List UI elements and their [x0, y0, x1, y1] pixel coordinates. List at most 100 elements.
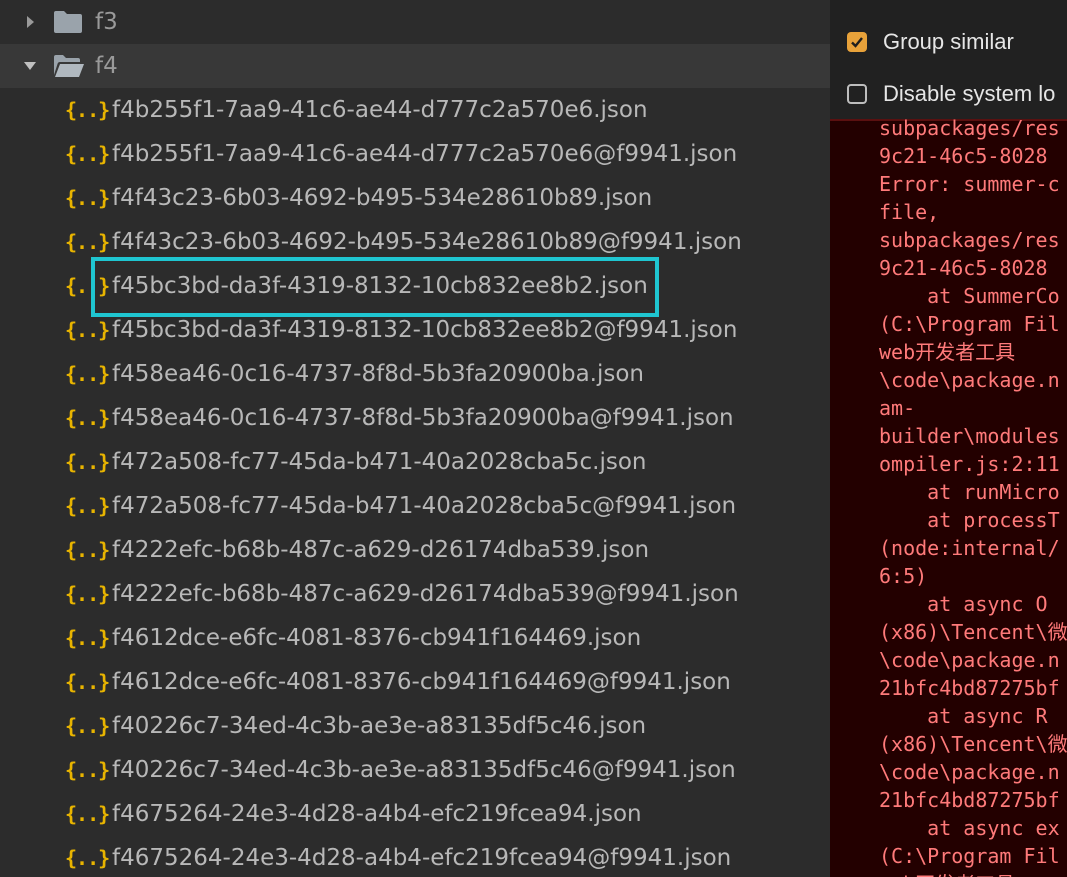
json-file-icon: {..}	[65, 230, 110, 254]
group-similar-option[interactable]: Group similar	[847, 29, 1014, 55]
tree-file-item[interactable]: {..} f4b255f1-7aa9-41c6-ae44-d777c2a570e6…	[0, 88, 830, 132]
checkmark-icon	[851, 37, 863, 48]
console-log-line: subpackages/res	[879, 116, 1060, 140]
file-label: f4612dce-e6fc-4081-8376-cb941f164469.jso…	[112, 625, 642, 651]
console-log-line: \code\package.n	[879, 760, 1060, 784]
tree-file-item[interactable]: {..} f4b255f1-7aa9-41c6-ae44-d777c2a570e6…	[0, 132, 830, 176]
json-file-icon: {..}	[65, 714, 110, 738]
tree-file-item[interactable]: {..} f472a508-fc77-45da-b471-40a2028cba5c…	[0, 440, 830, 484]
file-label: f458ea46-0c16-4737-8f8d-5b3fa20900ba.jso…	[112, 361, 644, 387]
file-label: f4b255f1-7aa9-41c6-ae44-d777c2a570e6.jso…	[112, 97, 648, 123]
json-file-icon: {..}	[65, 98, 110, 122]
console-log-line: 9c21-46c5-8028	[879, 256, 1048, 280]
console-log-line: (node:internal/	[879, 536, 1060, 560]
disable-system-log-checkbox[interactable]	[847, 84, 867, 104]
json-file-icon: {..}	[65, 626, 110, 650]
json-file-icon: {..}	[65, 582, 110, 606]
console-log-line: at runMicro	[879, 480, 1060, 504]
tree-file-item[interactable]: {..} f4612dce-e6fc-4081-8376-cb941f164469…	[0, 660, 830, 704]
tree-folder-f4[interactable]: f4	[0, 44, 830, 88]
tree-file-item[interactable]: {..} f458ea46-0c16-4737-8f8d-5b3fa20900ba…	[0, 352, 830, 396]
folder-label: f3	[95, 9, 118, 35]
tree-file-item[interactable]: {..} f40226c7-34ed-4c3b-ae3e-a83135df5c46…	[0, 748, 830, 792]
tree-file-item[interactable]: {..} f4675264-24e3-4d28-a4b4-efc219fcea94…	[0, 792, 830, 836]
console-log-line: am-	[879, 396, 916, 420]
chevron-right-icon[interactable]	[22, 14, 38, 30]
console-log-line: web开发者工具	[879, 340, 1016, 364]
tree-file-item[interactable]: {..} f4612dce-e6fc-4081-8376-cb941f164469…	[0, 616, 830, 660]
console-log-line: Error: summer-c	[879, 172, 1060, 196]
console-log-line: 21bfc4bd87275bf	[879, 788, 1060, 812]
console-options-bar: Group similar Disable system lo	[830, 0, 1067, 121]
file-label: f4675264-24e3-4d28-a4b4-efc219fcea94@f99…	[112, 845, 732, 871]
json-file-icon: {..}	[65, 494, 110, 518]
json-file-icon: {..}	[65, 758, 110, 782]
console-log-line: \code\package.n	[879, 648, 1060, 672]
tree-file-item[interactable]: {..} f458ea46-0c16-4737-8f8d-5b3fa20900ba…	[0, 396, 830, 440]
file-label: f4f43c23-6b03-4692-b495-534e28610b89.jso…	[112, 185, 653, 211]
console-log-line: 21bfc4bd87275bf	[879, 676, 1060, 700]
json-file-icon: {..}	[65, 318, 110, 342]
tree-file-item[interactable]: {..} f4f43c23-6b03-4692-b495-534e28610b89…	[0, 220, 830, 264]
tree-file-item[interactable]: {..} f40226c7-34ed-4c3b-ae3e-a83135df5c46…	[0, 704, 830, 748]
console-log-line: file,	[879, 200, 940, 224]
json-file-icon: {..}	[65, 274, 110, 298]
console-log-line: at async ex	[879, 816, 1060, 840]
tree-folder-f3[interactable]: f3	[0, 0, 830, 44]
json-file-icon: {..}	[65, 538, 110, 562]
chevron-down-icon[interactable]	[22, 58, 38, 74]
group-similar-label: Group similar	[883, 29, 1014, 54]
file-label: f4222efc-b68b-487c-a629-d26174dba539.jso…	[112, 537, 650, 563]
console-log-line: web开发者工具	[879, 870, 1067, 877]
console-log-line: 6:5)	[879, 564, 928, 588]
file-label: f4222efc-b68b-487c-a629-d26174dba539@f99…	[112, 581, 739, 607]
console-log-line: 9c21-46c5-8028	[879, 144, 1048, 168]
console-log-line: builder\modules	[879, 424, 1060, 448]
file-label: f472a508-fc77-45da-b471-40a2028cba5c@f99…	[112, 493, 737, 519]
json-file-icon: {..}	[65, 406, 110, 430]
json-file-icon: {..}	[65, 450, 110, 474]
file-label: f45bc3bd-da3f-4319-8132-10cb832ee8b2@f99…	[112, 317, 738, 343]
json-file-icon: {..}	[65, 142, 110, 166]
console-log: subpackages/res 9c21-46c5-8028 Error: summ…	[879, 114, 1067, 877]
file-label: f4f43c23-6b03-4692-b495-534e28610b89@f99…	[112, 229, 742, 255]
console-panel: Group similar Disable system lo subpacka…	[830, 0, 1067, 877]
tree-file-item[interactable]: {..} f45bc3bd-da3f-4319-8132-10cb832ee8b2…	[0, 264, 830, 308]
json-file-icon: {..}	[65, 802, 110, 826]
console-log-line: at async O	[879, 592, 1048, 616]
disable-system-log-option[interactable]: Disable system lo	[847, 81, 1055, 107]
json-file-icon: {..}	[65, 670, 110, 694]
console-log-line: (C:\Program Fil	[879, 312, 1060, 336]
tree-file-item[interactable]: {..} f45bc3bd-da3f-4319-8132-10cb832ee8b2…	[0, 308, 830, 352]
group-similar-checkbox[interactable]	[847, 32, 867, 52]
file-label: f40226c7-34ed-4c3b-ae3e-a83135df5c46.jso…	[112, 713, 647, 739]
console-log-line: (x86)\Tencent\微	[879, 620, 1067, 644]
tree-file-item[interactable]: {..} f472a508-fc77-45da-b471-40a2028cba5c…	[0, 484, 830, 528]
tree-file-item[interactable]: {..} f4222efc-b68b-487c-a629-d26174dba539…	[0, 528, 830, 572]
json-file-icon: {..}	[65, 846, 110, 870]
console-log-line: at processT	[879, 508, 1060, 532]
file-label: f4612dce-e6fc-4081-8376-cb941f164469@f99…	[112, 669, 731, 695]
console-log-line: at SummerCo	[879, 284, 1060, 308]
file-label: f472a508-fc77-45da-b471-40a2028cba5c.jso…	[112, 449, 647, 475]
console-log-line: subpackages/res	[879, 228, 1060, 252]
file-label: f4675264-24e3-4d28-a4b4-efc219fcea94.jso…	[112, 801, 642, 827]
folder-open-icon	[54, 55, 84, 77]
console-log-line: (C:\Program Fil	[879, 844, 1060, 868]
file-label: f4b255f1-7aa9-41c6-ae44-d777c2a570e6@f99…	[112, 141, 738, 167]
console-log-line: (x86)\Tencent\微	[879, 732, 1067, 756]
json-file-icon: {..}	[65, 186, 110, 210]
console-log-line: \code\package.n	[879, 368, 1060, 392]
file-label: f458ea46-0c16-4737-8f8d-5b3fa20900ba@f99…	[112, 405, 734, 431]
file-tree: f3 f4 {..} f4b255f1-7aa9-41c6-ae44-d777c2…	[0, 0, 830, 877]
tree-file-item[interactable]: {..} f4f43c23-6b03-4692-b495-534e28610b89…	[0, 176, 830, 220]
tree-file-item[interactable]: {..} f4222efc-b68b-487c-a629-d26174dba539…	[0, 572, 830, 616]
file-label: f40226c7-34ed-4c3b-ae3e-a83135df5c46@f99…	[112, 757, 736, 783]
json-file-icon: {..}	[65, 362, 110, 386]
file-label: f45bc3bd-da3f-4319-8132-10cb832ee8b2.jso…	[112, 273, 648, 299]
disable-system-log-label: Disable system lo	[883, 81, 1056, 106]
console-log-line: at async R	[879, 704, 1048, 728]
console-log-line: ompiler.js:2:11	[879, 452, 1060, 476]
tree-file-item[interactable]: {..} f4675264-24e3-4d28-a4b4-efc219fcea94…	[0, 836, 830, 877]
folder-label: f4	[95, 53, 118, 79]
